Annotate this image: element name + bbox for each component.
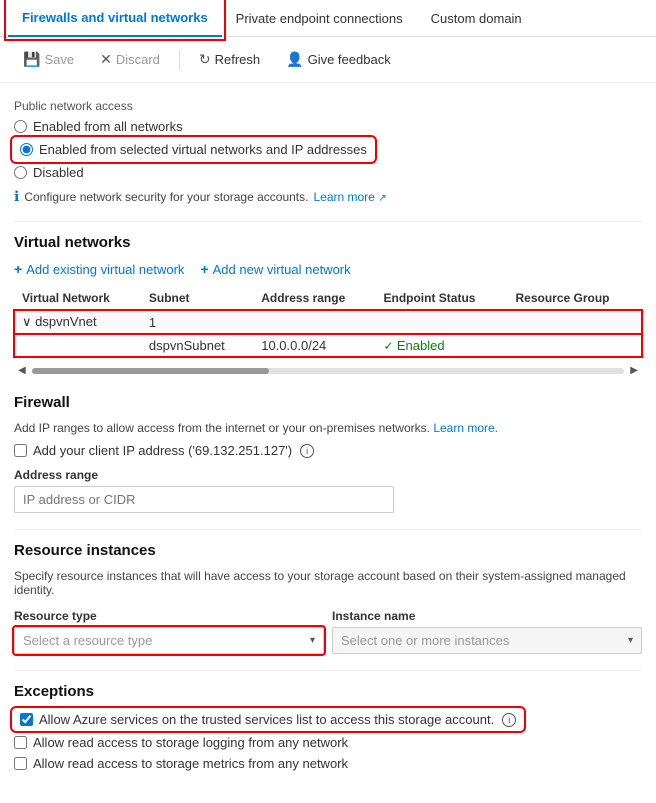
resource-instances-title: Resource instances bbox=[14, 542, 642, 559]
exception-azure-info-icon[interactable]: i bbox=[502, 713, 516, 727]
child-subnet-cell: dspvnSubnet bbox=[141, 334, 253, 357]
exceptions-title: Exceptions bbox=[14, 683, 642, 700]
instance-name-select[interactable]: Select one or more instances ▾ bbox=[332, 627, 642, 654]
radio-all-input[interactable] bbox=[14, 120, 27, 133]
exception-azure-highlight: Allow Azure services on the trusted serv… bbox=[14, 710, 522, 729]
child-status-cell: ✓ Enabled bbox=[375, 334, 507, 357]
firewall-section: Firewall Add IP ranges to allow access f… bbox=[14, 394, 642, 513]
plus-icon-new: + bbox=[200, 261, 208, 277]
learn-more-link[interactable]: Learn more ↗ bbox=[313, 190, 386, 204]
expand-icon: ∨ bbox=[22, 314, 35, 329]
feedback-icon: 👤 bbox=[286, 51, 303, 68]
exception-metrics-checkbox[interactable] bbox=[14, 757, 27, 770]
vnet-actions: + Add existing virtual network + Add new… bbox=[14, 261, 642, 277]
divider-1 bbox=[14, 221, 642, 222]
divider-3 bbox=[14, 670, 642, 671]
tab-custom-domain[interactable]: Custom domain bbox=[417, 1, 536, 36]
info-icon: ℹ bbox=[14, 188, 19, 205]
plus-icon-existing: + bbox=[14, 261, 22, 277]
instance-name-col: Instance name Select one or more instanc… bbox=[332, 609, 642, 654]
add-existing-vnet-button[interactable]: + Add existing virtual network bbox=[14, 261, 184, 277]
vnet-rg-cell bbox=[507, 310, 642, 335]
exception-logging-checkbox[interactable] bbox=[14, 736, 27, 749]
virtual-networks-title: Virtual networks bbox=[14, 234, 642, 251]
radio-disabled[interactable]: Disabled bbox=[14, 165, 642, 180]
scroll-bar: ◀ ▶ bbox=[14, 363, 642, 378]
col-subnet: Subnet bbox=[141, 287, 253, 310]
resource-type-label: Resource type bbox=[14, 609, 324, 623]
info-row: ℹ Configure network security for your st… bbox=[14, 188, 642, 205]
refresh-icon: ↻ bbox=[199, 51, 211, 68]
col-rg: Resource Group bbox=[507, 287, 642, 310]
vnet-table: Virtual Network Subnet Address range End… bbox=[14, 287, 642, 357]
refresh-button[interactable]: ↻ Refresh bbox=[188, 45, 271, 74]
scroll-track[interactable] bbox=[32, 368, 625, 374]
instance-name-chevron: ▾ bbox=[628, 635, 633, 646]
save-button[interactable]: 💾 Save bbox=[12, 45, 85, 74]
resource-type-chevron: ▾ bbox=[310, 635, 315, 646]
col-status: Endpoint Status bbox=[375, 287, 507, 310]
discard-icon: ✕ bbox=[100, 51, 112, 68]
exception-logging: Allow read access to storage logging fro… bbox=[14, 735, 642, 750]
child-vnet-cell bbox=[14, 334, 141, 357]
exception-azure-checkbox[interactable] bbox=[20, 713, 33, 726]
exceptions-section: Exceptions Allow Azure services on the t… bbox=[14, 683, 642, 771]
scroll-left-btn[interactable]: ◀ bbox=[14, 363, 30, 378]
firewall-learn-more-link[interactable]: Learn more. bbox=[433, 421, 498, 435]
public-network-label: Public network access bbox=[14, 99, 642, 113]
instance-name-label: Instance name bbox=[332, 609, 642, 623]
vnet-status-cell bbox=[375, 310, 507, 335]
public-network-radio-group: Enabled from all networks Enabled from s… bbox=[14, 119, 642, 180]
exceptions-list: Allow Azure services on the trusted serv… bbox=[14, 710, 642, 771]
resource-instances-section: Resource instances Specify resource inst… bbox=[14, 542, 642, 654]
check-icon: ✓ bbox=[383, 339, 396, 353]
resource-type-select[interactable]: Select a resource type ▾ bbox=[14, 627, 324, 654]
radio-selected-highlight: Enabled from selected virtual networks a… bbox=[14, 139, 373, 160]
address-range-input[interactable] bbox=[14, 486, 394, 513]
radio-disabled-input[interactable] bbox=[14, 166, 27, 179]
client-ip-checkbox[interactable] bbox=[14, 444, 27, 457]
radio-selected-input[interactable] bbox=[20, 143, 33, 156]
toolbar: 💾 Save ✕ Discard ↻ Refresh 👤 Give feedba… bbox=[0, 37, 656, 83]
separator bbox=[179, 50, 180, 70]
external-link-icon: ↗ bbox=[378, 193, 386, 204]
add-new-vnet-button[interactable]: + Add new virtual network bbox=[200, 261, 350, 277]
tab-firewalls[interactable]: Firewalls and virtual networks bbox=[8, 0, 222, 37]
col-vnet: Virtual Network bbox=[14, 287, 141, 310]
radio-selected-networks[interactable]: Enabled from selected virtual networks a… bbox=[14, 139, 642, 160]
child-rg-cell bbox=[507, 334, 642, 357]
scroll-right-btn[interactable]: ▶ bbox=[626, 363, 642, 378]
exception-metrics: Allow read access to storage metrics fro… bbox=[14, 756, 642, 771]
firewall-description: Add IP ranges to allow access from the i… bbox=[14, 421, 642, 435]
vnet-child-row[interactable]: dspvnSubnet 10.0.0.0/24 ✓ Enabled bbox=[14, 334, 642, 357]
child-address-cell: 10.0.0.0/24 bbox=[253, 334, 375, 357]
vnet-name-cell: ∨ dspvnVnet bbox=[14, 310, 141, 335]
divider-2 bbox=[14, 529, 642, 530]
client-ip-checkbox-row: Add your client IP address ('69.132.251.… bbox=[14, 443, 642, 458]
col-address: Address range bbox=[253, 287, 375, 310]
resource-instances-description: Specify resource instances that will hav… bbox=[14, 569, 642, 597]
tab-private-endpoints[interactable]: Private endpoint connections bbox=[222, 1, 417, 36]
tab-bar: Firewalls and virtual networks Private e… bbox=[0, 0, 656, 37]
feedback-button[interactable]: 👤 Give feedback bbox=[275, 45, 402, 74]
firewall-title: Firewall bbox=[14, 394, 642, 411]
resource-type-col: Resource type Select a resource type ▾ bbox=[14, 609, 324, 654]
address-range-label: Address range bbox=[14, 468, 642, 482]
discard-button[interactable]: ✕ Discard bbox=[89, 45, 171, 74]
radio-all-networks[interactable]: Enabled from all networks bbox=[14, 119, 642, 134]
main-content: Public network access Enabled from all n… bbox=[0, 83, 656, 803]
vnet-count-cell: 1 bbox=[141, 310, 253, 335]
scroll-thumb bbox=[32, 368, 269, 374]
vnet-parent-row[interactable]: ∨ dspvnVnet 1 bbox=[14, 310, 642, 335]
resource-grid: Resource type Select a resource type ▾ I… bbox=[14, 609, 642, 654]
save-icon: 💾 bbox=[23, 51, 40, 68]
exception-azure: Allow Azure services on the trusted serv… bbox=[14, 710, 642, 729]
vnet-address-cell bbox=[253, 310, 375, 335]
client-ip-info-icon[interactable]: i bbox=[300, 444, 314, 458]
